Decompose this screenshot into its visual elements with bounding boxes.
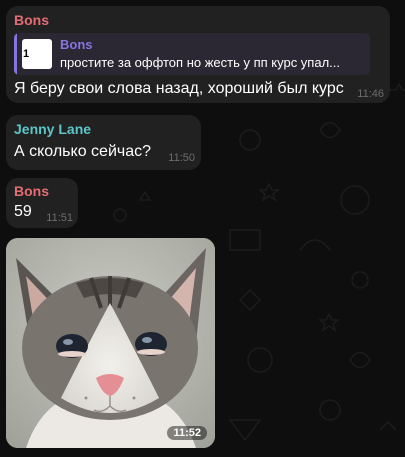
reply-sender: Bons: [60, 37, 93, 52]
message-time: 11:51: [46, 212, 73, 224]
reply-accent-bar: [14, 33, 17, 75]
message-sender[interactable]: Bons: [14, 12, 49, 28]
message-text: Я беру свои слова назад, хороший был кур…: [14, 80, 344, 97]
cat-photo-image: [6, 238, 215, 448]
message-text: 59: [14, 203, 32, 220]
reply-thumbnail: 1 USD: [22, 39, 52, 69]
cat-photo[interactable]: 11:52: [6, 238, 215, 448]
message-text: А сколько сейчас?: [14, 143, 152, 160]
message-bubble[interactable]: Bons 59 11:51: [6, 178, 78, 228]
reply-text: простите за оффтоп но жесть у пп курс уп…: [60, 55, 341, 70]
message-time: 11:52: [167, 426, 207, 440]
message-time: 11:46: [357, 88, 384, 100]
message-bubble[interactable]: Jenny Lane А сколько сейчас? 11:50: [6, 115, 201, 170]
message-sender[interactable]: Bons: [14, 183, 49, 199]
message-bubble[interactable]: Bons 1 USD Bons простите за оффтоп но же…: [6, 6, 390, 103]
message-time: 11:50: [168, 152, 195, 164]
reply-thumbnail-text: 1 USD: [23, 48, 30, 60]
reply-preview[interactable]: 1 USD Bons простите за оффтоп но жесть у…: [14, 33, 370, 75]
message-sender[interactable]: Jenny Lane: [14, 121, 91, 137]
